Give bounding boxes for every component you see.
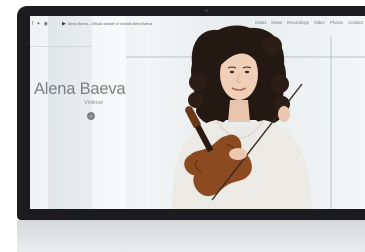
twitter-icon[interactable]: ✦	[36, 21, 40, 27]
tagline-text: Alena Baeva – Official website of violin…	[67, 22, 153, 26]
camera-icon	[205, 9, 208, 12]
nav-item-contact[interactable]: Contact	[348, 20, 363, 25]
bg-window-frame	[30, 46, 92, 47]
bg-pillar-left	[30, 16, 48, 209]
nav-item-recordings[interactable]: Recordings	[287, 20, 309, 25]
monitor-frame: f ✦ ◉ ▶ Alena Baeva – Official website o…	[17, 6, 365, 220]
nav-item-video[interactable]: Video	[314, 20, 325, 25]
hero-subtitle: Violinist	[84, 100, 103, 106]
social-links: f ✦ ◉	[32, 21, 48, 27]
bg-window-frame	[330, 36, 332, 209]
bg-pillar-center	[92, 16, 126, 209]
monitor-stand-base	[17, 220, 365, 252]
violinist-portrait	[172, 25, 312, 209]
site-header: f ✦ ◉ ▶ Alena Baeva – Official website o…	[30, 16, 365, 36]
website-screen: f ✦ ◉ ▶ Alena Baeva – Official website o…	[30, 16, 365, 209]
main-nav: Dates News Recordings Video Photos Conta…	[255, 20, 363, 25]
site-tagline: ▶ Alena Baeva – Official website of viol…	[62, 20, 162, 28]
nav-item-news[interactable]: News	[271, 20, 282, 25]
facebook-icon[interactable]: f	[32, 21, 33, 27]
hero-title: Alena Baeva	[34, 80, 126, 98]
instagram-icon[interactable]: ◉	[44, 21, 48, 27]
nav-item-photos[interactable]: Photos	[330, 20, 343, 25]
play-icon[interactable]: ▶	[62, 21, 66, 27]
nav-item-dates[interactable]: Dates	[255, 20, 266, 25]
chevron-down-icon[interactable]: ⌄	[87, 112, 95, 120]
